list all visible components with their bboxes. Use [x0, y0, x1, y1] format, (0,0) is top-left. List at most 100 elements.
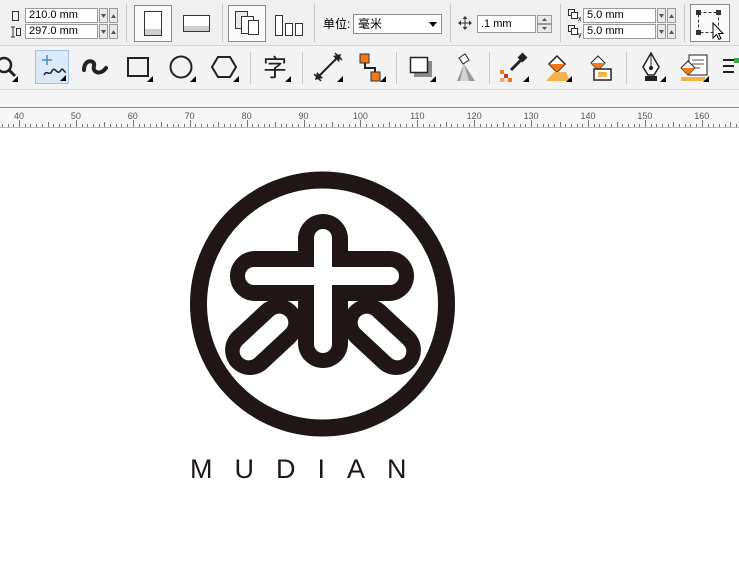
ruler-tick: [434, 124, 436, 127]
ellipse-tool[interactable]: [164, 50, 198, 84]
ruler-tick: [497, 124, 498, 127]
text-tool[interactable]: 字: [259, 50, 293, 84]
ruler-tick: [485, 124, 487, 127]
ruler-tick: [519, 124, 521, 127]
portrait-button[interactable]: [134, 5, 172, 42]
separator: [314, 4, 315, 42]
duplicate-y-field[interactable]: 5.0 mm: [583, 24, 656, 39]
ruler-tick: [599, 124, 601, 127]
ruler-tick: [735, 124, 737, 127]
ruler-tick: [252, 124, 254, 127]
nudge-icon: [458, 16, 472, 35]
duplicate-x-field[interactable]: 5.0 mm: [583, 8, 656, 23]
zoom-tool[interactable]: [0, 50, 20, 84]
color-eyedropper-tool[interactable]: [497, 50, 531, 84]
polygon-tool[interactable]: [207, 50, 241, 84]
flyout-arrow-icon: [190, 76, 196, 82]
ruler-tick: [13, 124, 15, 127]
flyout-arrow-icon: [380, 76, 386, 82]
ruler-tick: [98, 124, 100, 127]
ruler-tick: [70, 124, 72, 127]
toolbox: 字: [0, 46, 739, 90]
treat-as-filled-button[interactable]: [690, 4, 730, 42]
fill-color-tool[interactable]: [677, 50, 711, 84]
ruler-tick: [377, 124, 379, 127]
page-width-field[interactable]: 210.0 mm: [25, 8, 98, 23]
ruler-tick: [303, 120, 305, 127]
page-height-spin-down[interactable]: [99, 24, 108, 39]
current-page-button[interactable]: [270, 5, 308, 42]
interactive-fill-tool[interactable]: [540, 50, 574, 84]
freehand-tool[interactable]: [35, 50, 69, 84]
ruler-tick: [428, 124, 430, 127]
flyout-arrow-icon: [285, 76, 291, 82]
ruler-tick: [189, 120, 191, 127]
ruler-tick: [87, 124, 89, 127]
flyout-arrow-icon: [337, 76, 343, 82]
ruler-tick: [24, 124, 26, 127]
ruler-tick: [667, 124, 669, 127]
ruler-tick: [474, 120, 476, 127]
ruler-tick: [662, 124, 663, 127]
ruler-tick: [730, 122, 732, 127]
ruler-tick: [366, 124, 368, 127]
separator: [222, 4, 223, 42]
ruler-tick: [240, 124, 242, 127]
more-tools[interactable]: [720, 50, 739, 84]
select-frame-icon: [696, 10, 725, 41]
page-width-spin-down[interactable]: [99, 8, 108, 23]
ruler-tick: [314, 124, 316, 127]
dimension-tool[interactable]: [311, 50, 345, 84]
ruler-tick: [47, 122, 49, 127]
nudge-spin-down[interactable]: [537, 24, 552, 33]
transparency-tool[interactable]: [447, 50, 481, 84]
ruler-tick: [41, 124, 43, 127]
artistic-media-tool[interactable]: [78, 50, 112, 84]
ruler-tick: [696, 124, 698, 127]
ruler-tick: [280, 124, 282, 127]
ruler-tick: [650, 124, 652, 127]
ruler-tick: [269, 124, 271, 127]
all-pages-button[interactable]: [228, 5, 266, 42]
nudge-field[interactable]: .1 mm: [477, 15, 536, 33]
ruler-tick: [593, 124, 595, 127]
ruler-tick: [292, 124, 294, 127]
ruler-tick: [582, 124, 584, 127]
ruler-tick: [166, 124, 168, 127]
nudge-spin-up[interactable]: [537, 15, 552, 24]
page-height-spin-up[interactable]: [109, 24, 118, 39]
ruler-tick: [75, 120, 77, 127]
duplicate-y-spin-down[interactable]: [657, 24, 666, 39]
ruler-tick: [423, 124, 424, 127]
connector-tool[interactable]: [354, 50, 388, 84]
ruler-tick: [525, 124, 527, 127]
page-width-spin-up[interactable]: [109, 8, 118, 23]
ruler-tick: [440, 124, 442, 127]
rectangle-tool[interactable]: [121, 50, 155, 84]
drawing-canvas[interactable]: [0, 128, 739, 562]
ruler-tick: [707, 124, 709, 127]
ruler-tick: [388, 122, 390, 127]
duplicate-y-spin-up[interactable]: [667, 24, 676, 39]
flyout-arrow-icon: [147, 76, 153, 82]
duplicate-x-spin-down[interactable]: [657, 8, 666, 23]
page-height-field[interactable]: 297.0 mm: [25, 24, 98, 39]
ruler-tick: [542, 124, 544, 127]
smart-fill-tool[interactable]: [583, 50, 617, 84]
drop-shadow-tool[interactable]: [404, 50, 438, 84]
ruler-tick: [445, 122, 447, 127]
landscape-button[interactable]: [177, 5, 215, 42]
chevron-down-icon: [429, 22, 437, 27]
flyout-arrow-icon: [660, 76, 666, 82]
unit-dropdown[interactable]: 毫米: [353, 14, 442, 34]
flyout-arrow-icon: [233, 76, 239, 82]
ruler-tick: [297, 124, 299, 127]
ruler-tick: [514, 124, 515, 127]
flyout-arrow-icon: [12, 76, 18, 82]
outline-pen-tool[interactable]: [634, 50, 668, 84]
landscape-icon: [183, 15, 210, 32]
flyout-arrow-icon: [703, 76, 709, 82]
ruler-tick: [286, 124, 288, 127]
duplicate-x-spin-up[interactable]: [667, 8, 676, 23]
artistic-media-icon: [82, 59, 108, 75]
